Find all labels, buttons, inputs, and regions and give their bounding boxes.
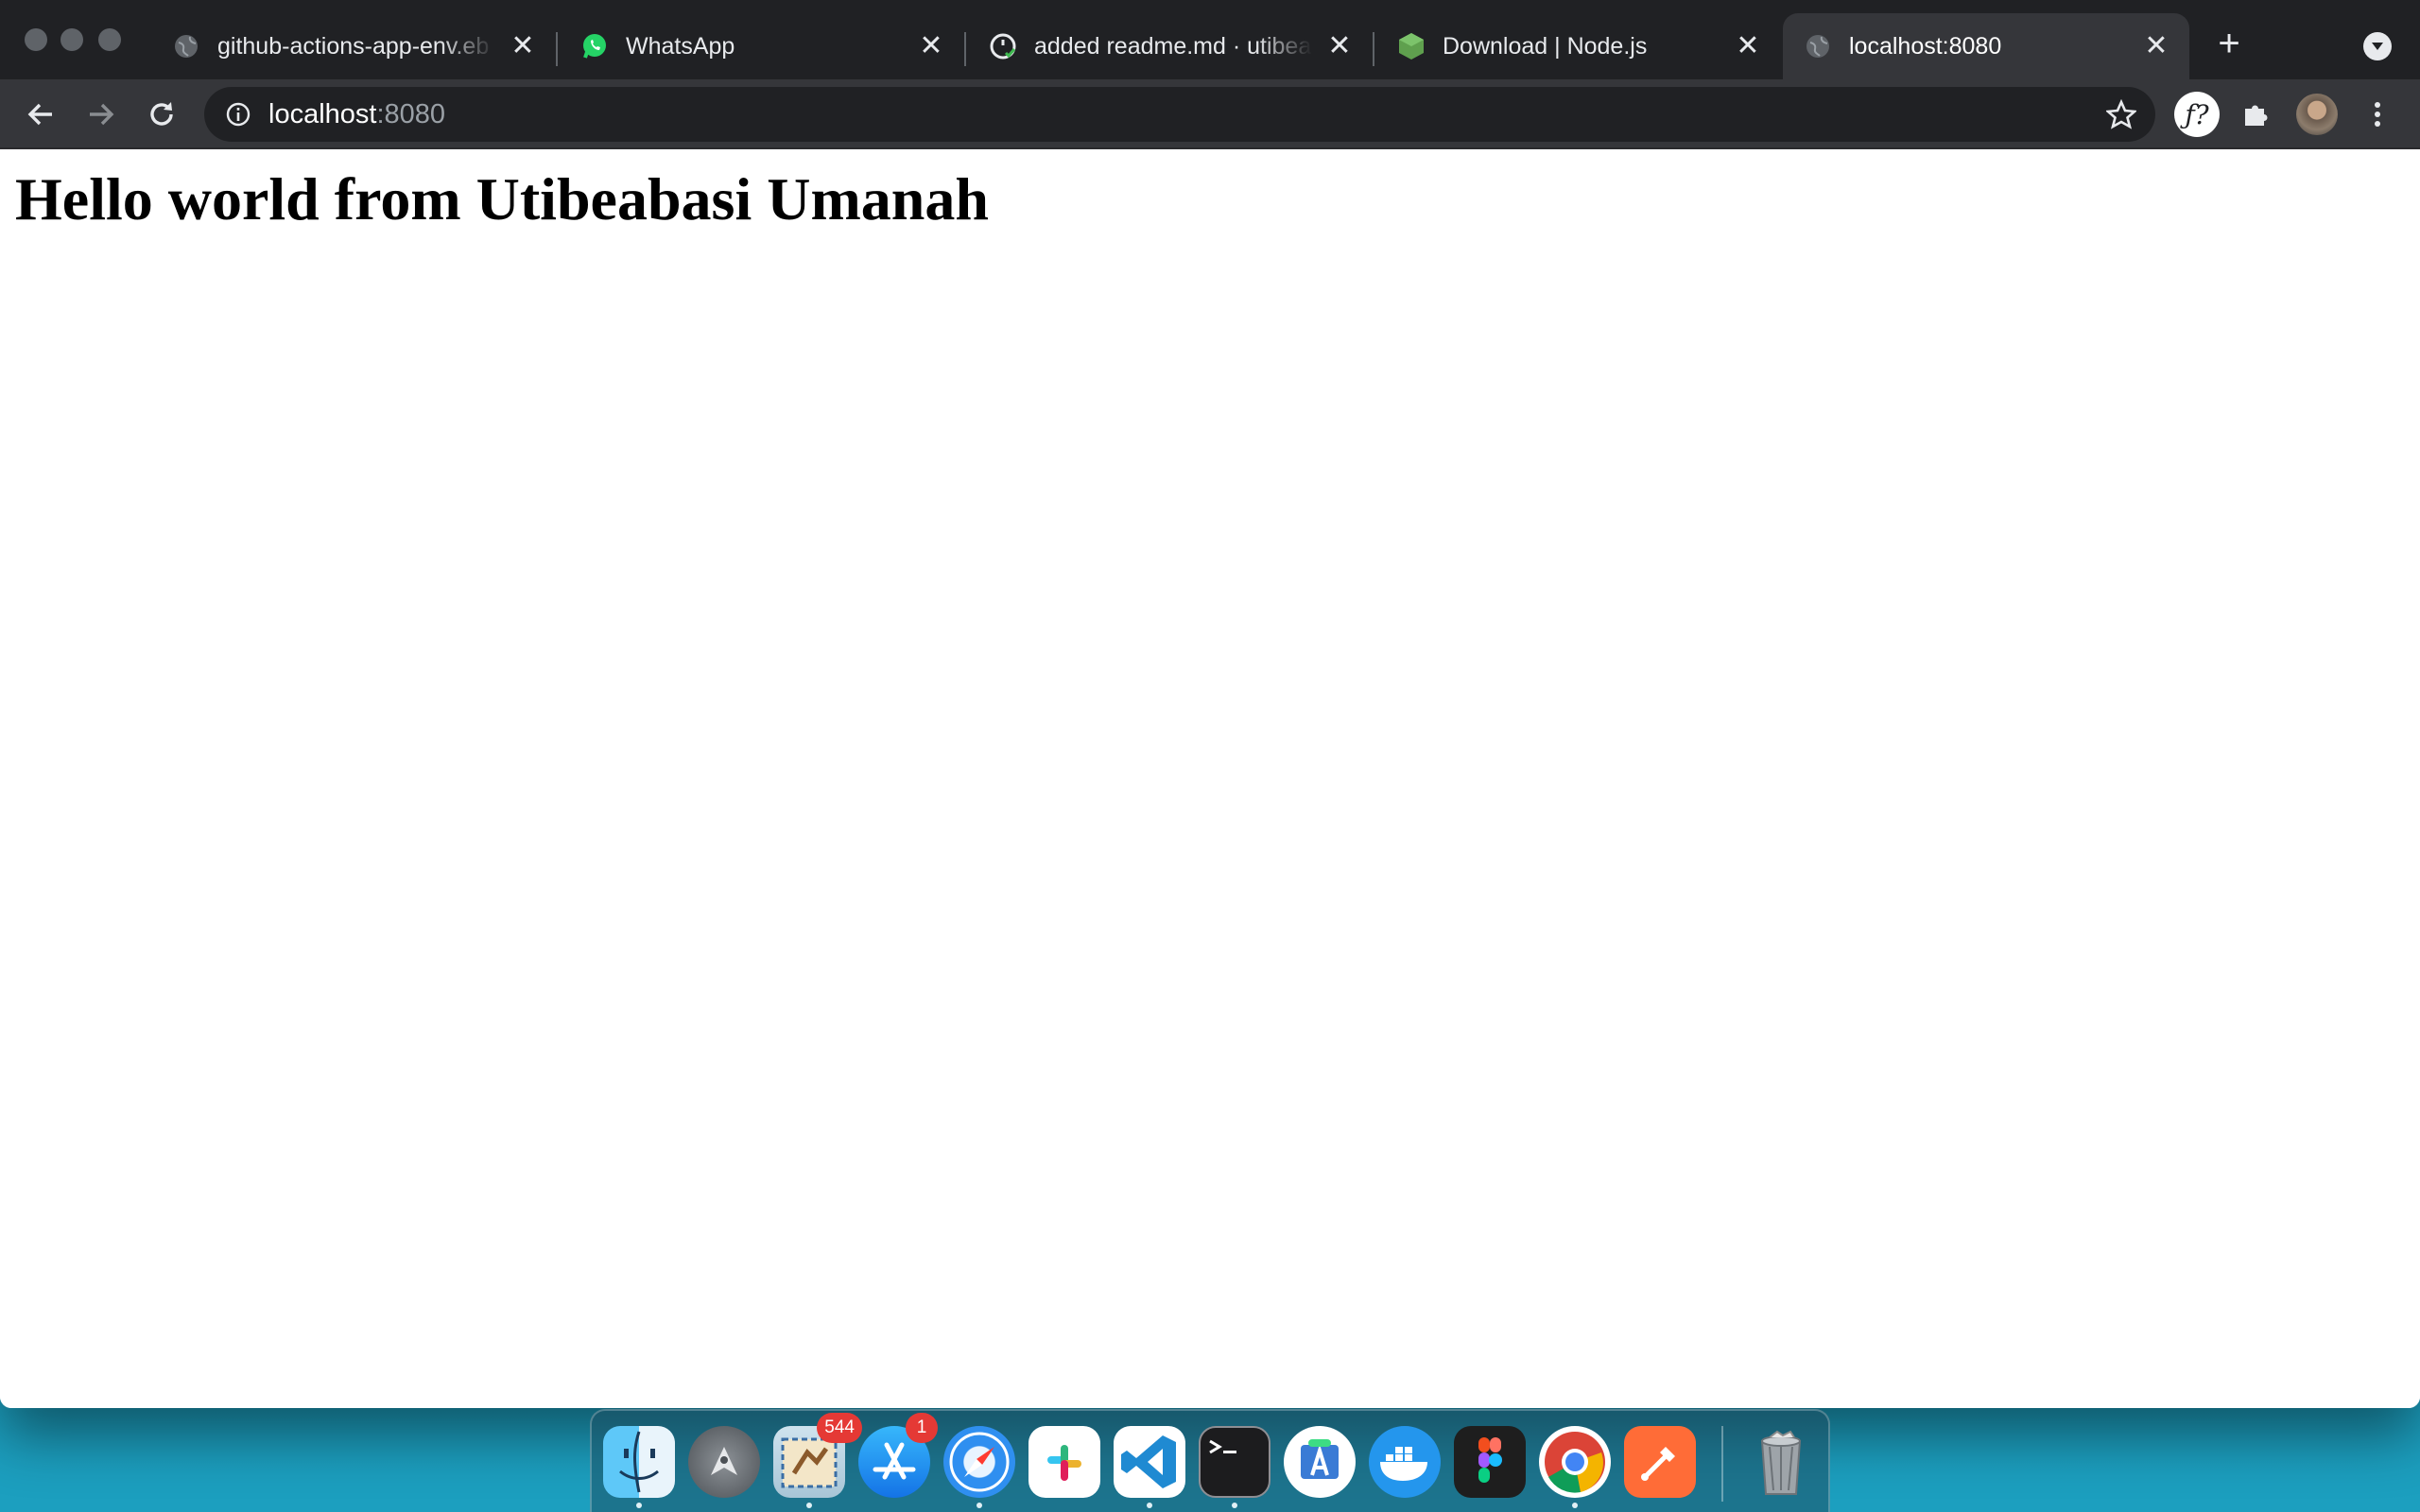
whatsapp-icon	[580, 32, 609, 60]
close-icon[interactable]: ✕	[509, 32, 537, 60]
tab-github-actions[interactable]: github-actions-app-env.eb ✕	[151, 13, 556, 79]
zoom-window-button[interactable]	[98, 28, 121, 51]
chrome-icon[interactable]	[1539, 1426, 1611, 1498]
running-indicator	[1147, 1503, 1152, 1508]
running-indicator	[636, 1503, 642, 1508]
profile-button[interactable]	[2295, 93, 2339, 136]
menu-button[interactable]	[2356, 93, 2399, 136]
url-host: localhost	[268, 99, 377, 129]
safari-icon[interactable]	[943, 1426, 1015, 1498]
page-heading: Hello world from Utibeabasi Umanah	[15, 165, 989, 232]
close-icon[interactable]: ✕	[917, 32, 945, 60]
puzzle-icon	[2245, 105, 2268, 126]
url-text[interactable]: localhost:8080	[268, 87, 445, 142]
close-icon[interactable]: ✕	[2142, 32, 2170, 60]
forward-button[interactable]	[79, 93, 123, 136]
close-icon[interactable]: ✕	[1325, 32, 1354, 60]
back-button[interactable]	[19, 93, 62, 136]
close-window-button[interactable]	[25, 28, 47, 51]
arrow-left-icon	[27, 103, 52, 126]
avatar	[2296, 94, 2338, 135]
close-icon[interactable]: ✕	[1734, 32, 1762, 60]
page-content: Hello world from Utibeabasi Umanah	[0, 149, 2420, 1408]
tab-localhost[interactable]: localhost:8080 ✕	[1783, 13, 2189, 79]
tab-title: added readme.md · utibeal	[1034, 32, 1312, 60]
browser-window: github-actions-app-env.eb ✕ WhatsApp ✕ a…	[0, 0, 2420, 1408]
extension-fx-button[interactable]: ƒ?	[2174, 92, 2220, 137]
tab-github-readme[interactable]: added readme.md · utibeal ✕	[968, 13, 1373, 79]
reload-button[interactable]	[140, 93, 183, 136]
tab-title: localhost:8080	[1849, 32, 2002, 60]
dock-divider	[1721, 1426, 1723, 1502]
more-vert-icon	[2375, 102, 2380, 127]
arrow-right-icon	[90, 103, 114, 126]
url-port: :8080	[376, 99, 446, 129]
dock: 544 1	[590, 1409, 1830, 1512]
new-tab-button[interactable]: +	[2208, 23, 2250, 64]
tab-nodejs[interactable]: Download | Node.js ✕	[1376, 13, 1781, 79]
tab-separator	[964, 32, 966, 66]
app-store-icon[interactable]: 1	[858, 1413, 938, 1498]
tab-title: Download | Node.js	[1443, 32, 1648, 60]
tab-separator	[1373, 32, 1374, 66]
running-indicator	[806, 1503, 812, 1508]
tab-strip: github-actions-app-env.eb ✕ WhatsApp ✕ a…	[0, 0, 2420, 79]
notification-badge: 544	[817, 1413, 862, 1443]
nodejs-icon	[1397, 32, 1426, 60]
trash-icon[interactable]	[1745, 1426, 1817, 1498]
extensions-button[interactable]	[2235, 93, 2278, 136]
mail-icon[interactable]: 544	[773, 1413, 862, 1498]
running-indicator	[1232, 1503, 1237, 1508]
info-icon[interactable]	[225, 101, 251, 128]
browser-toolbar: localhost:8080 ƒ?	[0, 79, 2420, 149]
address-bar[interactable]: localhost:8080	[204, 87, 2155, 142]
star-icon[interactable]	[2106, 99, 2136, 129]
globe-icon	[172, 32, 200, 60]
vscode-icon[interactable]	[1114, 1426, 1185, 1498]
tab-title: github-actions-app-env.eb	[217, 32, 495, 60]
tab-whatsapp[interactable]: WhatsApp ✕	[560, 13, 964, 79]
finder-icon[interactable]	[603, 1426, 675, 1498]
desktop: github-actions-app-env.eb ✕ WhatsApp ✕ a…	[0, 0, 2420, 1512]
minimize-window-button[interactable]	[60, 28, 83, 51]
running-indicator	[1572, 1503, 1578, 1508]
reload-icon	[150, 102, 173, 126]
slack-icon[interactable]	[1028, 1426, 1100, 1498]
docker-icon[interactable]	[1369, 1426, 1441, 1498]
launchpad-icon[interactable]	[688, 1426, 760, 1498]
figma-icon[interactable]	[1454, 1426, 1526, 1498]
notification-badge: 1	[906, 1413, 938, 1443]
terminal-icon[interactable]	[1199, 1426, 1270, 1498]
tab-separator	[556, 32, 558, 66]
globe-icon	[1804, 32, 1832, 60]
tab-title: WhatsApp	[626, 32, 735, 60]
chevron-down-icon	[2372, 43, 2383, 50]
function-icon: ƒ?	[2185, 98, 2209, 130]
postman-icon[interactable]	[1624, 1426, 1696, 1498]
android-studio-icon[interactable]	[1284, 1426, 1356, 1498]
github-icon	[989, 32, 1017, 60]
tab-search-button[interactable]	[2363, 32, 2392, 60]
running-indicator	[977, 1503, 982, 1508]
